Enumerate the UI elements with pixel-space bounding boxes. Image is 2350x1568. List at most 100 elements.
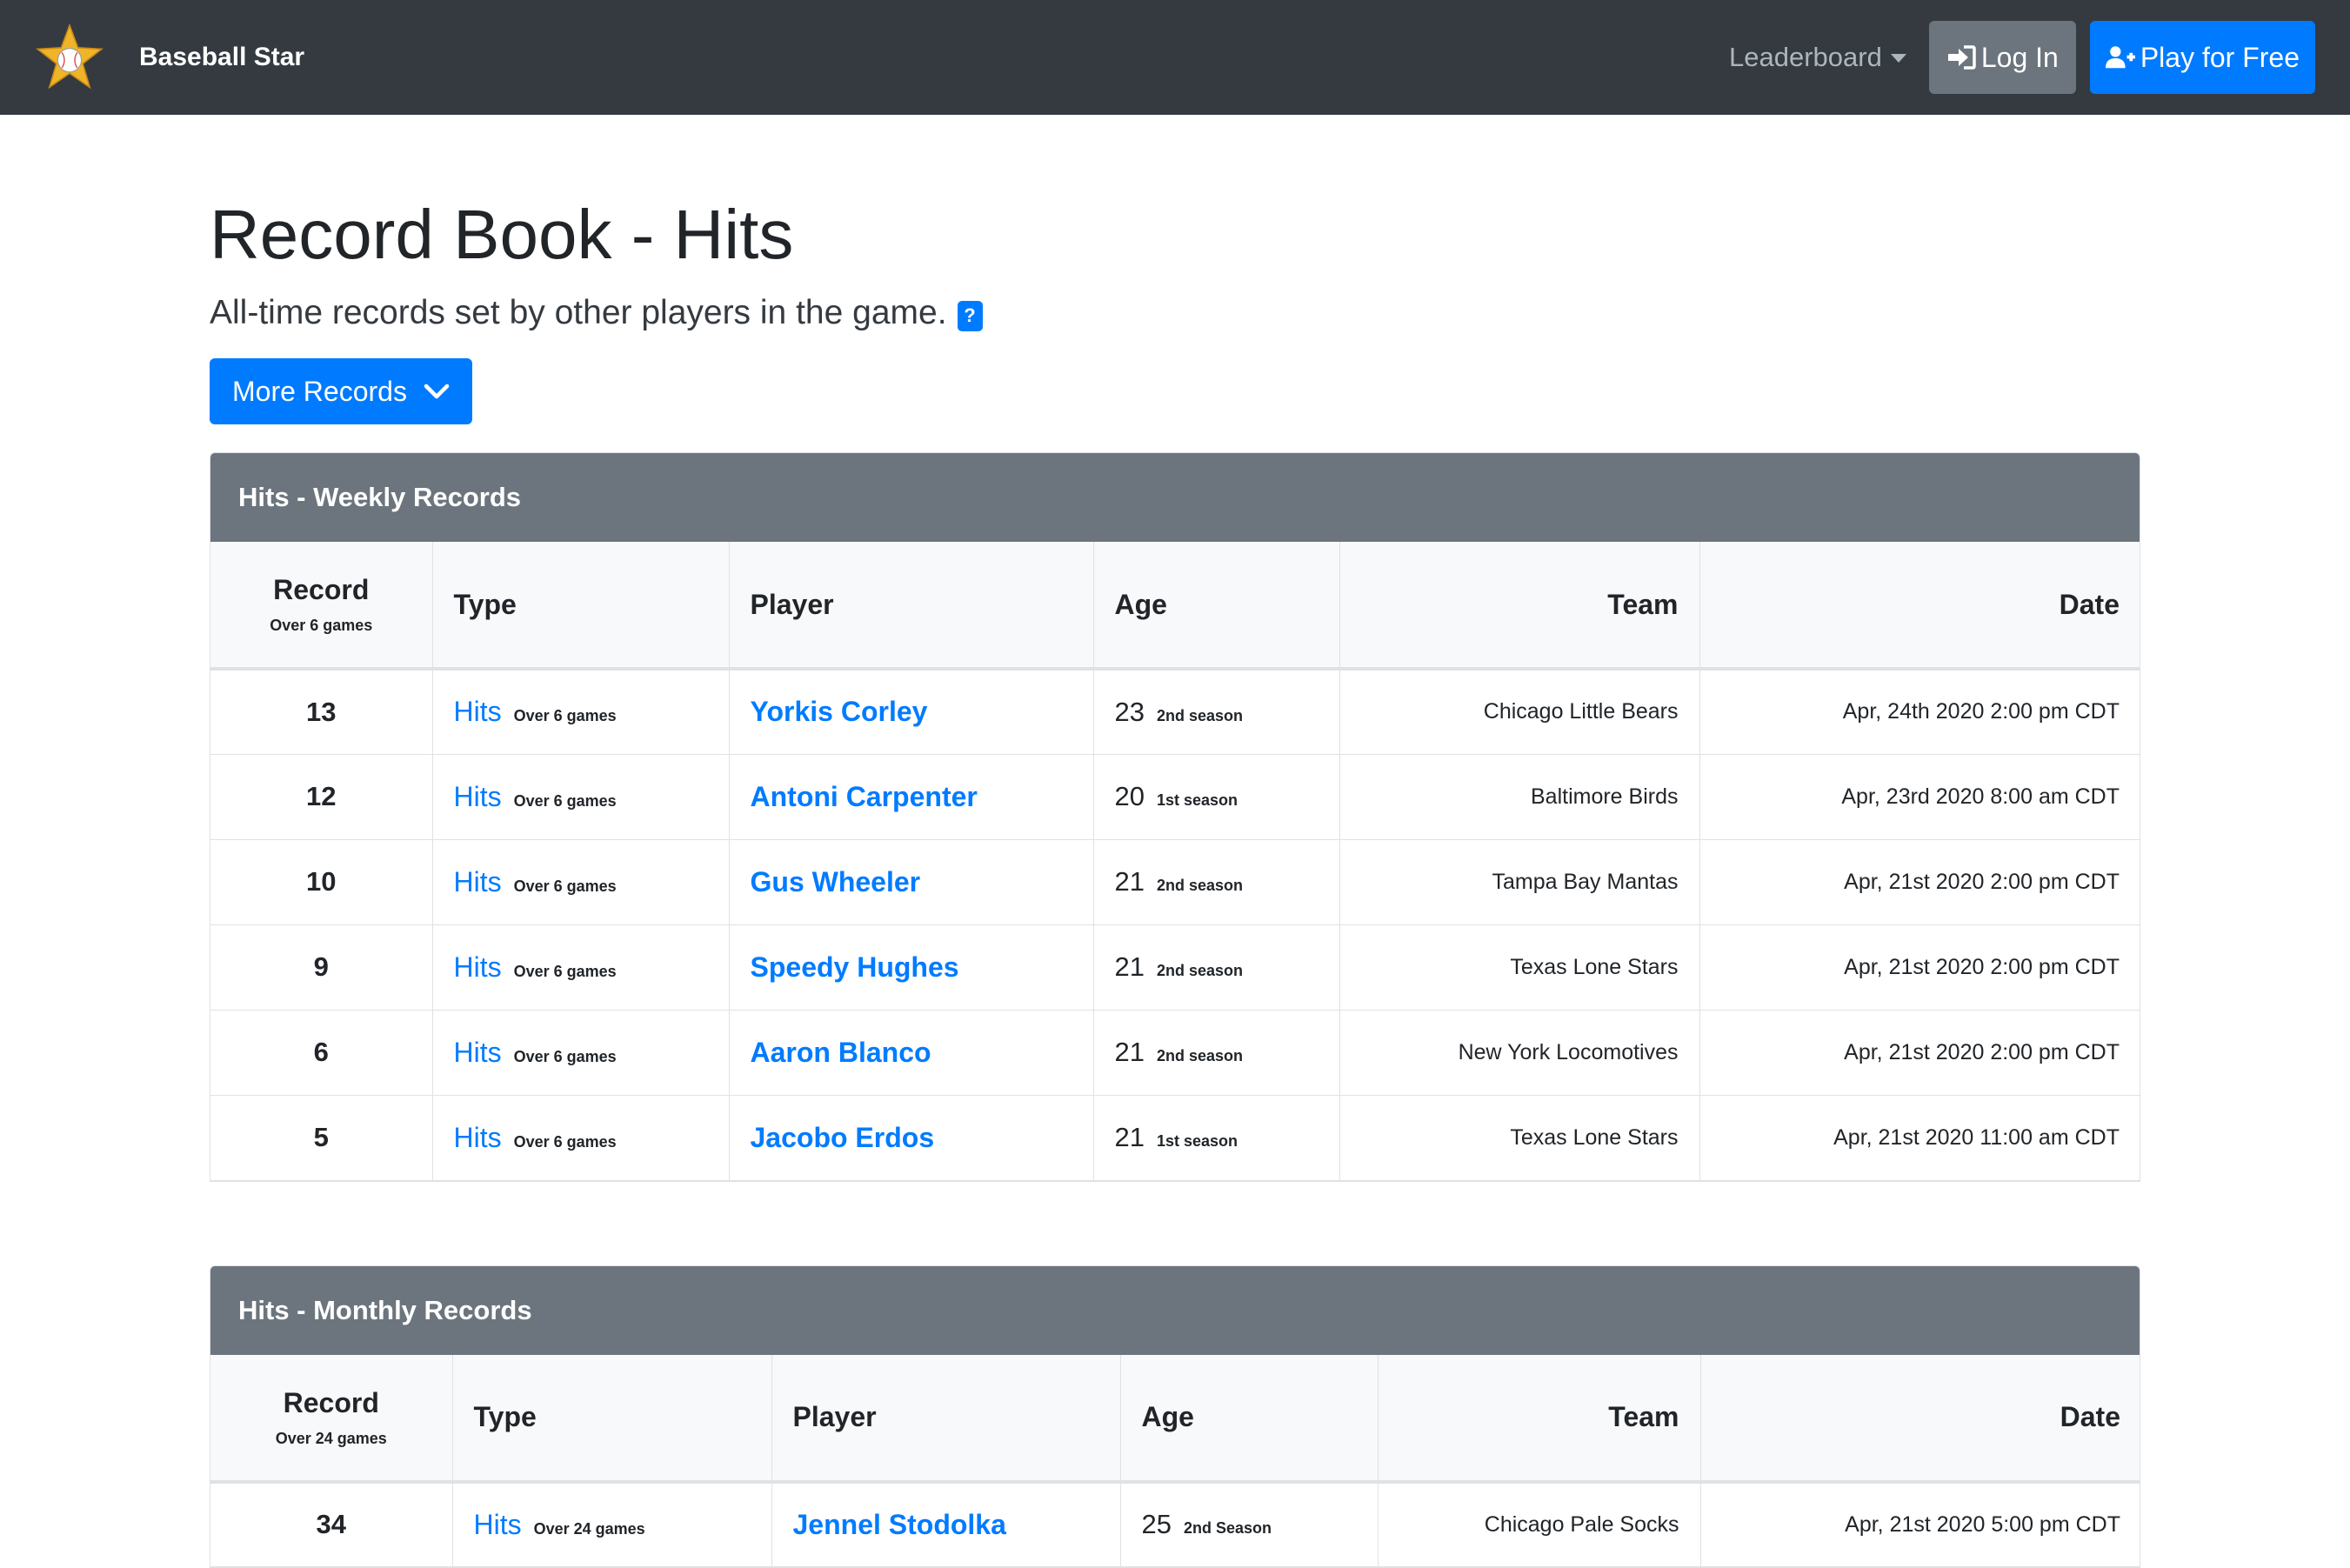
page-subtitle: All-time records set by other players in… — [210, 294, 2140, 332]
help-badge[interactable]: ? — [958, 301, 983, 331]
col-player: Player — [771, 1355, 1120, 1482]
player-link[interactable]: Jennel Stodolka — [793, 1509, 1006, 1540]
col-team: Team — [1339, 542, 1699, 669]
weekly-records-table: Record Over 6 games Type Player Age Team… — [210, 542, 2140, 1181]
monthly-records-card: Hits - Monthly Records Record Over 24 ga… — [210, 1265, 2140, 1568]
record-sub-note: Over 24 games — [231, 1430, 431, 1448]
type-cell: HitsOver 6 games — [432, 754, 729, 839]
star-baseball-logo-icon — [35, 23, 104, 92]
age-cell: 232nd season — [1093, 669, 1339, 754]
type-link[interactable]: Hits — [454, 1037, 502, 1068]
type-cell: HitsOver 6 games — [432, 1095, 729, 1180]
monthly-records-header: Hits - Monthly Records — [210, 1266, 2140, 1355]
team-cell: Baltimore Birds — [1339, 754, 1699, 839]
col-team: Team — [1378, 1355, 1700, 1482]
main-content: Record Book - Hits All-time records set … — [210, 115, 2140, 1568]
col-type: Type — [432, 542, 729, 669]
type-link[interactable]: Hits — [454, 1122, 502, 1153]
monthly-records-table: Record Over 24 games Type Player Age Tea… — [210, 1355, 2140, 1568]
player-link[interactable]: Jacobo Erdos — [751, 1122, 935, 1153]
table-header-row: Record Over 24 games Type Player Age Tea… — [210, 1355, 2140, 1482]
login-button[interactable]: Log In — [1929, 21, 2076, 94]
chevron-down-icon — [424, 383, 450, 400]
team-cell: Chicago Pale Socks — [1378, 1482, 1700, 1567]
player-cell: Jennel Stodolka — [771, 1482, 1120, 1567]
col-player: Player — [729, 542, 1093, 669]
table-row: 12 HitsOver 6 games Antoni Carpenter 201… — [210, 754, 2140, 839]
age-cell: 212nd season — [1093, 1010, 1339, 1095]
type-link[interactable]: Hits — [454, 866, 502, 897]
date-cell: Apr, 21st 2020 2:00 pm CDT — [1699, 924, 2140, 1010]
type-cell: HitsOver 6 games — [432, 839, 729, 924]
caret-down-icon — [1891, 54, 1906, 63]
type-link[interactable]: Hits — [474, 1509, 522, 1540]
table-row: 13 HitsOver 6 games Yorkis Corley 232nd … — [210, 669, 2140, 754]
date-cell: Apr, 21st 2020 2:00 pm CDT — [1699, 1010, 2140, 1095]
player-link[interactable]: Yorkis Corley — [751, 696, 928, 727]
player-cell: Speedy Hughes — [729, 924, 1093, 1010]
date-cell: Apr, 21st 2020 5:00 pm CDT — [1700, 1482, 2140, 1567]
col-record: Record Over 24 games — [210, 1355, 452, 1482]
page-title: Record Book - Hits — [210, 200, 2140, 270]
player-link[interactable]: Antoni Carpenter — [751, 781, 978, 812]
type-link[interactable]: Hits — [454, 951, 502, 983]
col-date: Date — [1699, 542, 2140, 669]
table-row: 10 HitsOver 6 games Gus Wheeler 212nd se… — [210, 839, 2140, 924]
age-cell: 212nd season — [1093, 839, 1339, 924]
team-cell: Tampa Bay Mantas — [1339, 839, 1699, 924]
player-link[interactable]: Gus Wheeler — [751, 866, 921, 897]
weekly-records-card: Hits - Weekly Records Record Over 6 game… — [210, 452, 2140, 1182]
age-cell: 211st season — [1093, 1095, 1339, 1180]
date-cell: Apr, 23rd 2020 8:00 am CDT — [1699, 754, 2140, 839]
type-link[interactable]: Hits — [454, 781, 502, 812]
player-cell: Yorkis Corley — [729, 669, 1093, 754]
date-cell: Apr, 24th 2020 2:00 pm CDT — [1699, 669, 2140, 754]
subtitle-text: All-time records set by other players in… — [210, 294, 947, 332]
nav-actions: Leaderboard Log In Play for Free — [1729, 21, 2315, 94]
player-cell: Antoni Carpenter — [729, 754, 1093, 839]
col-date: Date — [1700, 1355, 2140, 1482]
player-link[interactable]: Aaron Blanco — [751, 1037, 931, 1068]
table-row: 9 HitsOver 6 games Speedy Hughes 212nd s… — [210, 924, 2140, 1010]
record-cell: 10 — [210, 839, 432, 924]
table-header-row: Record Over 6 games Type Player Age Team… — [210, 542, 2140, 669]
team-cell: Texas Lone Stars — [1339, 924, 1699, 1010]
record-cell: 5 — [210, 1095, 432, 1180]
record-cell: 6 — [210, 1010, 432, 1095]
play-label: Play for Free — [2140, 42, 2300, 74]
col-age: Age — [1093, 542, 1339, 669]
user-plus-icon — [2106, 44, 2135, 70]
record-cell: 13 — [210, 669, 432, 754]
navbar: Baseball Star Leaderboard Log In Play fo… — [0, 0, 2350, 115]
type-cell: HitsOver 6 games — [432, 924, 729, 1010]
brand-name: Baseball Star — [139, 43, 304, 72]
col-age: Age — [1120, 1355, 1378, 1482]
date-cell: Apr, 21st 2020 11:00 am CDT — [1699, 1095, 2140, 1180]
col-record: Record Over 6 games — [210, 542, 432, 669]
type-cell: HitsOver 6 games — [432, 669, 729, 754]
record-sub-note: Over 6 games — [231, 617, 411, 635]
age-cell: 212nd season — [1093, 924, 1339, 1010]
record-cell: 9 — [210, 924, 432, 1010]
player-link[interactable]: Speedy Hughes — [751, 951, 959, 983]
type-link[interactable]: Hits — [454, 696, 502, 727]
age-cell: 252nd Season — [1120, 1482, 1378, 1567]
record-cell: 34 — [210, 1482, 452, 1567]
weekly-records-header: Hits - Weekly Records — [210, 453, 2140, 542]
player-cell: Gus Wheeler — [729, 839, 1093, 924]
more-records-button[interactable]: More Records — [210, 358, 472, 424]
col-type: Type — [452, 1355, 771, 1482]
more-records-label: More Records — [232, 376, 407, 408]
play-for-free-button[interactable]: Play for Free — [2090, 21, 2315, 94]
table-row: 5 HitsOver 6 games Jacobo Erdos 211st se… — [210, 1095, 2140, 1180]
sign-in-icon — [1946, 44, 1976, 70]
leaderboard-dropdown[interactable]: Leaderboard — [1729, 42, 1906, 73]
date-cell: Apr, 21st 2020 2:00 pm CDT — [1699, 839, 2140, 924]
brand[interactable]: Baseball Star — [35, 23, 304, 92]
type-cell: HitsOver 6 games — [432, 1010, 729, 1095]
table-row: 34 HitsOver 24 games Jennel Stodolka 252… — [210, 1482, 2140, 1567]
record-cell: 12 — [210, 754, 432, 839]
player-cell: Jacobo Erdos — [729, 1095, 1093, 1180]
login-label: Log In — [1981, 42, 2059, 74]
table-row: 6 HitsOver 6 games Aaron Blanco 212nd se… — [210, 1010, 2140, 1095]
